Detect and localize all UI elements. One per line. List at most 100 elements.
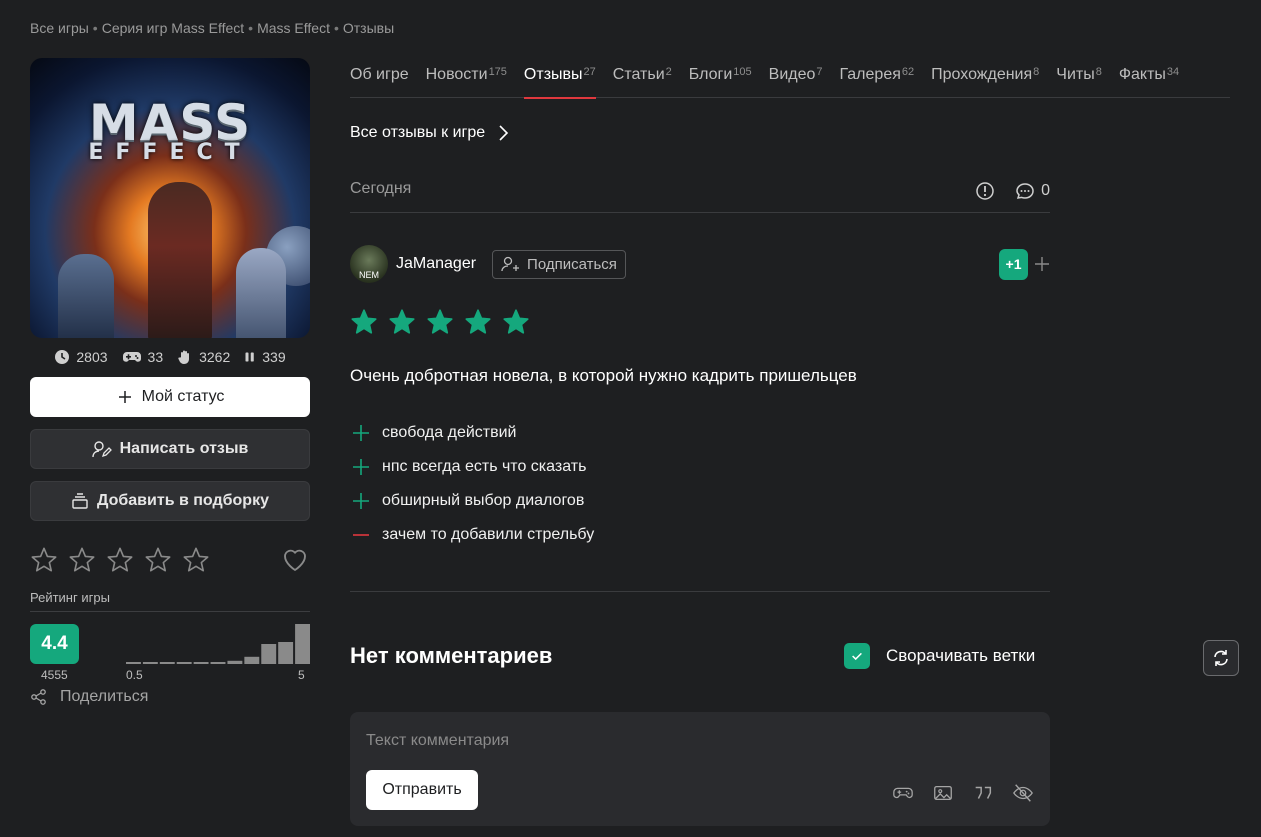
cover-figure-left bbox=[58, 254, 114, 338]
minus-icon bbox=[353, 534, 369, 536]
stat-playtime-value: 2803 bbox=[76, 349, 108, 365]
tab-count: 8 bbox=[1095, 66, 1102, 78]
quote-icon[interactable] bbox=[972, 782, 994, 804]
heart-icon[interactable] bbox=[280, 545, 310, 575]
star-outline-icon[interactable] bbox=[144, 546, 172, 574]
gamepad-icon bbox=[122, 352, 141, 362]
comment-icon bbox=[1016, 183, 1034, 199]
star-outline-icon[interactable] bbox=[68, 546, 96, 574]
game-tabs: Об игре Новости175 Отзывы27 Статьи2 Блоги105… bbox=[350, 66, 1230, 99]
star-outline-icon[interactable] bbox=[182, 546, 210, 574]
point-text: свобода действий bbox=[382, 424, 517, 441]
stat-paused-value: 339 bbox=[262, 349, 286, 365]
spoiler-eye-off-icon[interactable] bbox=[1012, 782, 1034, 804]
point-text: зачем то добавили стрельбу bbox=[382, 526, 595, 543]
game-cover-image[interactable]: MASS EFFECT bbox=[30, 58, 310, 338]
share-label: Поделиться bbox=[60, 688, 149, 705]
upvote-plus-icon[interactable] bbox=[1034, 256, 1050, 272]
review-date: Сегодня bbox=[350, 180, 412, 197]
star-filled-icon bbox=[389, 309, 415, 334]
chevron-right-icon bbox=[499, 125, 509, 141]
tab-2[interactable]: Отзывы27 bbox=[523, 66, 596, 99]
comments-title: Нет комментариев bbox=[350, 643, 553, 668]
stat-completed[interactable]: 3262 bbox=[177, 349, 230, 365]
pro-item: обширный выбор диалогов bbox=[352, 484, 594, 518]
tab-label: Новости bbox=[425, 66, 488, 83]
histogram-bar bbox=[142, 662, 158, 664]
plus-icon bbox=[353, 459, 369, 475]
report-icon[interactable] bbox=[975, 181, 995, 201]
share-button[interactable]: Поделиться bbox=[30, 688, 310, 706]
collapse-threads-toggle[interactable]: Сворачивать ветки bbox=[844, 643, 1035, 669]
histogram-bar bbox=[261, 644, 277, 664]
tab-5[interactable]: Видео7 bbox=[769, 66, 823, 98]
tab-9[interactable]: Факты34 bbox=[1119, 66, 1179, 98]
plus-icon bbox=[353, 425, 369, 441]
tab-0[interactable]: Об игре bbox=[350, 66, 409, 98]
cover-figure-center bbox=[148, 182, 212, 338]
user-edit-icon bbox=[91, 441, 112, 458]
refresh-button[interactable] bbox=[1203, 640, 1239, 676]
breadcrumb-separator: • bbox=[333, 20, 339, 36]
review-meta: 0 bbox=[975, 180, 1050, 202]
tab-3[interactable]: Статьи2 bbox=[613, 66, 672, 98]
rating-count: 4555 bbox=[41, 668, 68, 682]
user-rating-stars bbox=[30, 546, 210, 574]
tab-6[interactable]: Галерея62 bbox=[840, 66, 915, 98]
plus-icon bbox=[118, 391, 131, 403]
tab-8[interactable]: Читы8 bbox=[1056, 66, 1102, 98]
comment-input[interactable] bbox=[366, 730, 1026, 752]
tab-4[interactable]: Блоги105 bbox=[689, 66, 752, 98]
breadcrumb-all-games[interactable]: Все игры bbox=[30, 20, 89, 36]
star-outline-icon[interactable] bbox=[106, 546, 134, 574]
histogram-bar bbox=[159, 662, 175, 664]
all-reviews-label: Все отзывы к игре bbox=[350, 124, 486, 141]
stat-playing[interactable]: 33 bbox=[122, 349, 163, 365]
review-comments-count[interactable]: 0 bbox=[1015, 181, 1050, 201]
tab-7[interactable]: Прохождения8 bbox=[931, 66, 1039, 98]
stat-playtime[interactable]: 2803 bbox=[54, 349, 108, 365]
gamepad-icon[interactable] bbox=[892, 782, 914, 804]
send-comment-button[interactable]: Отправить bbox=[366, 770, 478, 810]
collapse-threads-checkbox[interactable] bbox=[844, 643, 870, 669]
all-reviews-link[interactable]: Все отзывы к игре bbox=[350, 124, 509, 142]
my-status-button[interactable]: Мой статус bbox=[30, 377, 310, 417]
breadcrumb-game[interactable]: Mass Effect bbox=[257, 20, 330, 36]
con-item: зачем то добавили стрельбу bbox=[352, 518, 594, 552]
subscribe-button[interactable]: Подписаться bbox=[492, 249, 626, 279]
review-pros-cons: свобода действий нпс всегда есть что сказ… bbox=[352, 416, 594, 552]
point-text: нпс всегда есть что сказать bbox=[382, 458, 587, 475]
rating-title: Рейтинг игры bbox=[30, 590, 310, 612]
my-status-label: Мой статус bbox=[141, 388, 225, 405]
avatar[interactable]: NEM bbox=[350, 245, 388, 283]
add-to-collection-label: Добавить в подборку bbox=[97, 492, 269, 509]
avatar-text: NEM bbox=[359, 270, 379, 280]
point-text: обширный выбор диалогов bbox=[382, 492, 585, 509]
review-vote: +1 bbox=[999, 248, 1050, 280]
stack-icon bbox=[72, 493, 88, 509]
vote-score-badge: +1 bbox=[999, 248, 1028, 280]
user-plus-icon bbox=[501, 256, 520, 272]
tab-count: 2 bbox=[665, 66, 672, 78]
tab-label: Читы bbox=[1056, 66, 1095, 83]
image-icon[interactable] bbox=[932, 782, 954, 804]
pro-item: свобода действий bbox=[352, 416, 594, 450]
author-name[interactable]: JaManager bbox=[396, 255, 476, 273]
write-review-button[interactable]: Написать отзыв bbox=[30, 429, 310, 469]
stat-paused[interactable]: 339 bbox=[244, 349, 286, 365]
tab-label: Отзывы bbox=[523, 66, 583, 83]
star-outline-icon[interactable] bbox=[30, 546, 58, 574]
breadcrumb-series[interactable]: Серия игр Mass Effect bbox=[102, 20, 244, 36]
breadcrumb-separator: • bbox=[92, 20, 98, 36]
review-text: Очень добротная новела, в которой нужно … bbox=[350, 366, 857, 385]
hand-icon bbox=[178, 350, 190, 364]
histogram-bar bbox=[244, 656, 260, 664]
review-header: Сегодня 0 bbox=[350, 180, 1050, 213]
add-to-collection-button[interactable]: Добавить в подборку bbox=[30, 481, 310, 521]
pro-item: нпс всегда есть что сказать bbox=[352, 450, 594, 484]
star-filled-icon bbox=[503, 309, 529, 334]
write-review-label: Написать отзыв bbox=[119, 440, 249, 457]
tab-1[interactable]: Новости175 bbox=[426, 66, 507, 98]
breadcrumb-reviews[interactable]: Отзывы bbox=[343, 20, 394, 36]
tab-count: 105 bbox=[733, 66, 752, 78]
